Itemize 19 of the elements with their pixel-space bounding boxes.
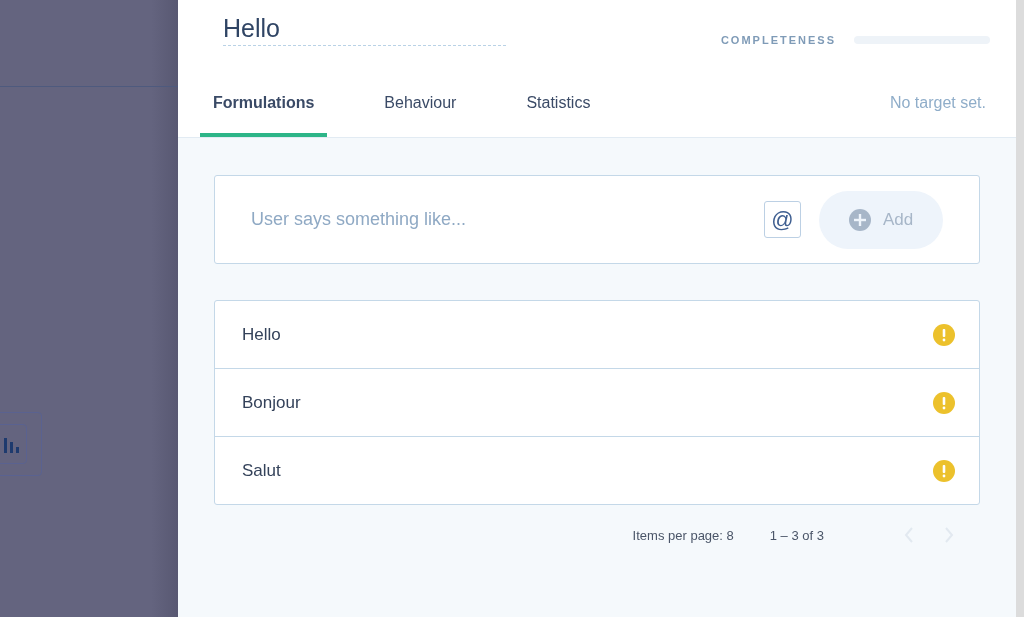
items-per-page[interactable]: Items per page: 8: [632, 527, 734, 543]
user-says-input[interactable]: User says something like...: [249, 208, 764, 231]
formulation-row[interactable]: Bonjour: [215, 368, 979, 436]
completeness-label: COMPLETENESS: [720, 34, 836, 46]
page-range: 1 – 3 of 3: [769, 527, 824, 543]
mention-button[interactable]: @: [764, 201, 801, 238]
plus-circle-icon: [848, 208, 871, 231]
tab[interactable]: Statistics: [513, 68, 604, 137]
intent-title-field[interactable]: Hello: [223, 14, 506, 46]
tab[interactable]: Formulations: [200, 68, 328, 137]
scrollbar-track[interactable]: [1016, 0, 1024, 617]
formulation-text: Bonjour: [242, 392, 301, 413]
target-note: No target set.: [889, 93, 986, 112]
tab[interactable]: Behaviour: [371, 68, 470, 137]
formulation-row[interactable]: Salut: [215, 436, 979, 504]
formulation-text: Hello: [242, 324, 281, 345]
bar-chart-icon: [4, 435, 22, 453]
formulation-row[interactable]: Hello: [215, 301, 979, 368]
formulation-text: Salut: [242, 460, 281, 481]
